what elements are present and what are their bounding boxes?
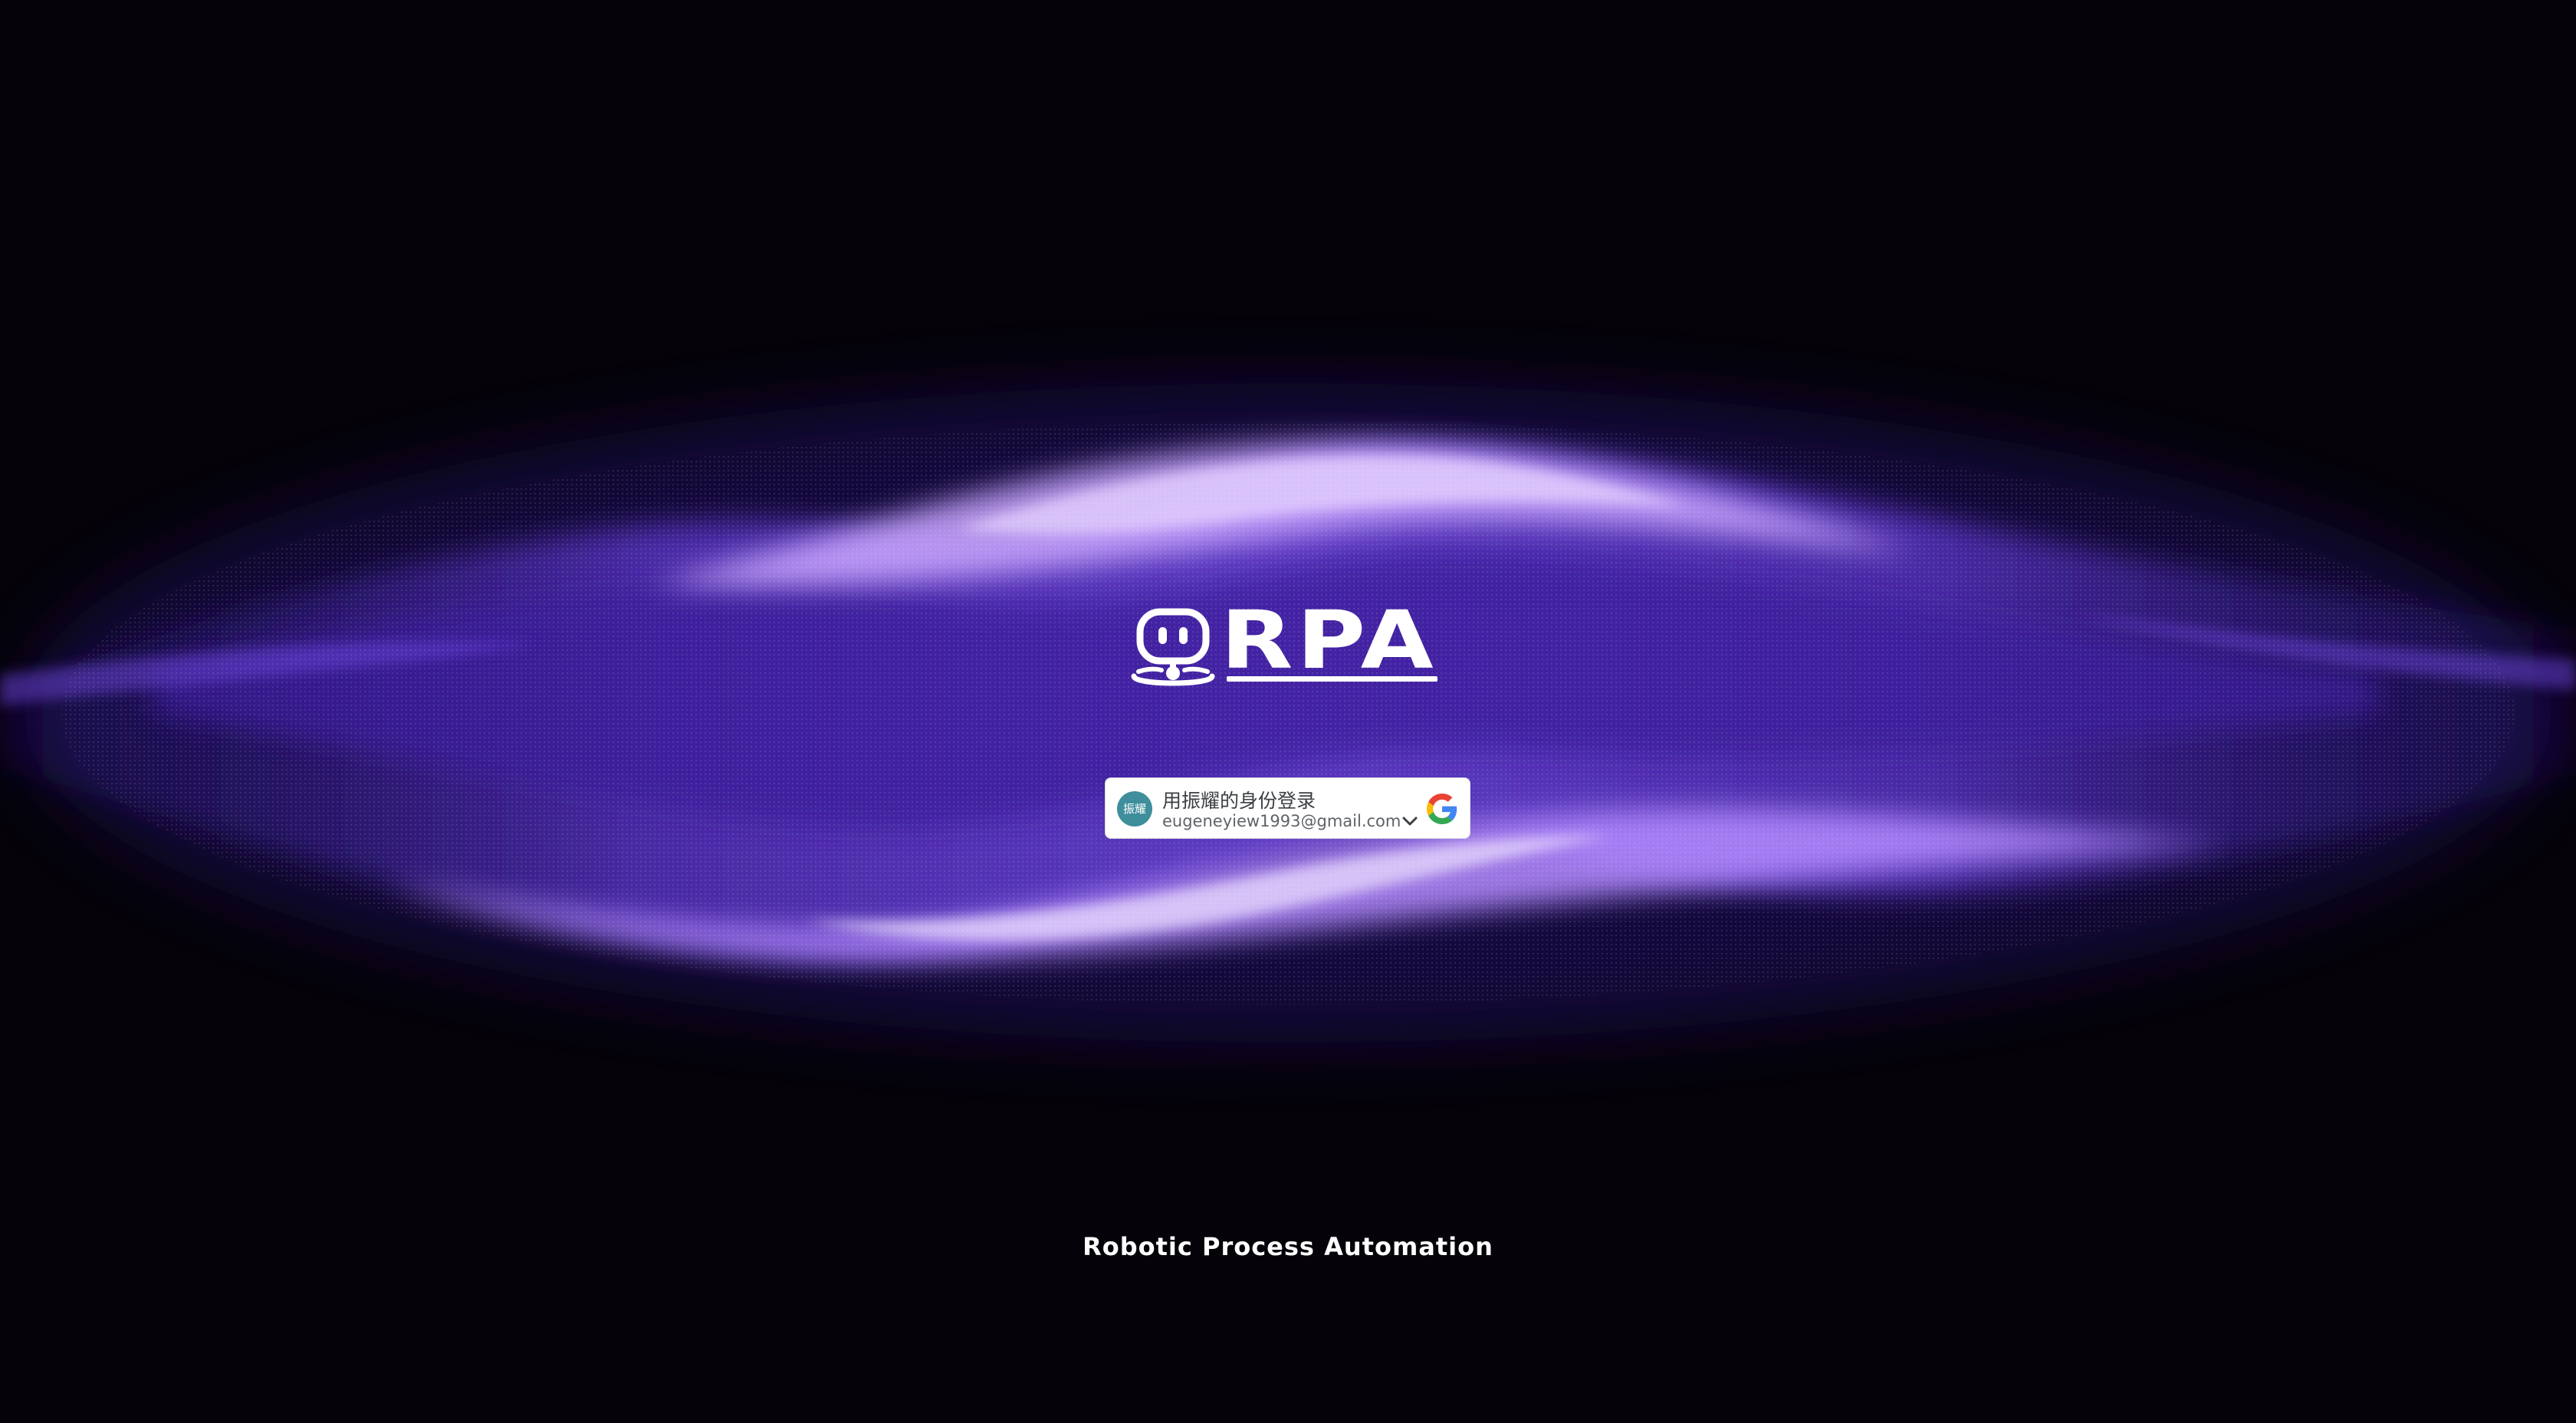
particle-wave-background (0, 383, 2576, 1043)
logo-underline (1227, 676, 1438, 682)
chevron-down-icon[interactable] (1401, 814, 1419, 828)
google-signin-button[interactable]: 振耀 用振耀的身份登录 eugeneyiew1993@gmail.com (1105, 777, 1470, 839)
avatar: 振耀 (1117, 791, 1152, 827)
logo-text: RPA (1221, 593, 1438, 687)
login-page: RPA 振耀 用振耀的身份登录 eugeneyiew1993@gmail.com… (0, 0, 2576, 1423)
rpa-logo: RPA (1131, 598, 1445, 690)
signin-email: eugeneyiew1993@gmail.com (1162, 812, 1401, 830)
signin-title: 用振耀的身份登录 (1162, 790, 1316, 812)
robot-icon (1131, 608, 1215, 686)
google-icon (1427, 794, 1457, 824)
tagline: Robotic Process Automation (1083, 1232, 1493, 1261)
